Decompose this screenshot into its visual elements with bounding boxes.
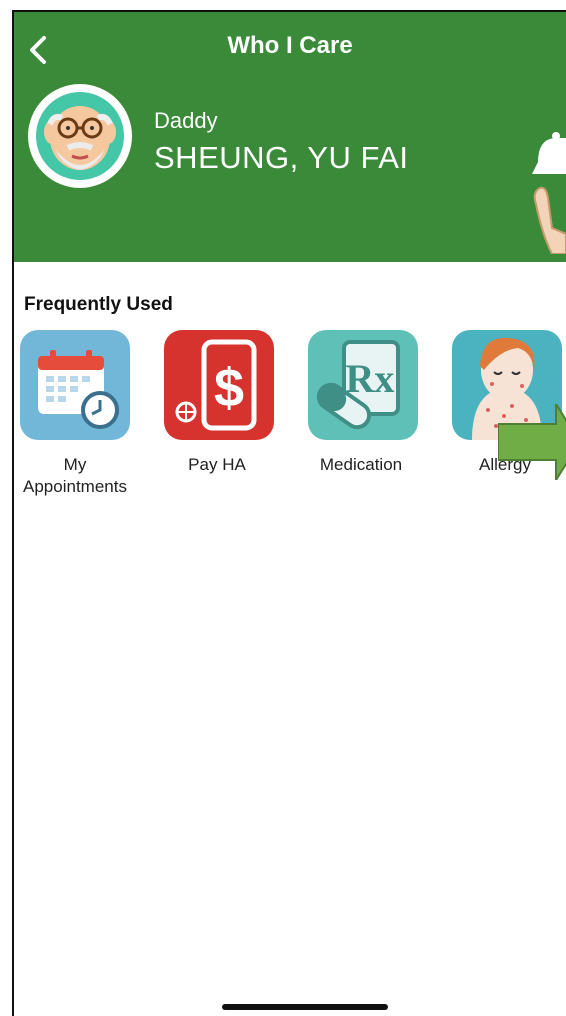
grandpa-avatar-icon — [30, 86, 130, 186]
header-bar: Who I Care Daddy SHEUNG, YU FAI — [14, 12, 566, 262]
patient-name: SHEUNG, YU FAI — [154, 140, 409, 175]
app-label: Pay HA — [188, 455, 246, 474]
app-label: My Appointments — [23, 455, 127, 496]
pay-ha-icon: $ — [164, 330, 274, 440]
calendar-clock-icon — [20, 330, 130, 440]
relation-label: Daddy — [154, 108, 218, 133]
section-title: Frequently Used — [24, 294, 173, 315]
page-title: Who I Care — [227, 32, 353, 59]
app-label: Medication — [319, 455, 403, 474]
arrow-right-icon — [498, 404, 566, 480]
frequently-used-list: My Appointments $ Pay HA Rx Medication A… — [14, 330, 566, 510]
rx-pill-icon: Rx — [308, 330, 418, 440]
avatar[interactable] — [28, 84, 132, 188]
svg-text:$: $ — [214, 358, 244, 418]
phone-screen: Who I Care Daddy SHEUNG, YU FAI Frequent… — [12, 10, 566, 1016]
svg-text:Rx: Rx — [346, 356, 395, 401]
pointing-hand-icon — [533, 186, 566, 254]
home-indicator[interactable] — [222, 1004, 388, 1010]
bell-icon[interactable] — [526, 130, 566, 190]
